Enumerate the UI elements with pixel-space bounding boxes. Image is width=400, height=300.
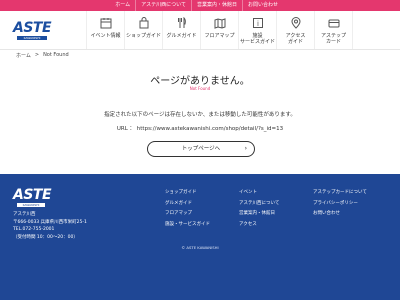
footer-link[interactable]: アステ川西について [239, 199, 279, 210]
not-found-message: 指定された以下のページは存在しないか、または移動した可能性があります。 [104, 112, 296, 118]
nav-floormap[interactable]: フロアマップ [200, 11, 238, 49]
top-utility-bar: ホーム アステ川西について 営業案内・休館日 お問い合わせ [0, 0, 400, 11]
chevron-right-icon: › [244, 145, 247, 152]
breadcrumb-home[interactable]: ホーム [16, 52, 31, 59]
footer-link[interactable]: 施設・サービスガイド [165, 220, 210, 231]
nav-access-label: アクセス ガイド [285, 33, 306, 45]
footer-logo[interactable]: ASTE KAWANISHI [13, 187, 52, 207]
site-logo[interactable]: ASTE KAWANISHI [13, 21, 57, 43]
footer-link[interactable]: プライバシーポリシー [313, 199, 367, 210]
footer-link[interactable]: お問い合わせ [313, 209, 367, 220]
footer-link[interactable]: ショップガイド [165, 188, 210, 199]
dining-icon [177, 17, 186, 28]
site-header: ASTE KAWANISHI イベント情報 ショップガイド グルメガイド フロア… [0, 11, 400, 50]
footer-contact-info: アステ川西 〒666-0033 兵庫県川西市栄町25-1 TEL.072-755… [13, 211, 87, 241]
footer-logo-sub: KAWANISHI [17, 203, 45, 207]
url-label: URL ： [116, 126, 136, 132]
footer-link[interactable]: フロアマップ [165, 209, 210, 220]
shop-icon [139, 17, 148, 29]
footer-logo-text: ASTE [13, 187, 52, 203]
footer-links-col1: ショップガイド グルメガイド フロアマップ 施設・サービスガイド [165, 188, 210, 230]
footer-link[interactable]: グルメガイド [165, 199, 210, 210]
nav-gourmet-label: グルメガイド [166, 33, 197, 39]
page-subtitle: Not Found [189, 86, 211, 91]
footer-link[interactable]: アステップカードについて [313, 188, 367, 199]
top-link-hours[interactable]: 営業案内・休館日 [190, 0, 242, 11]
map-icon [214, 18, 225, 29]
top-link-about[interactable]: アステ川西について [135, 0, 191, 11]
nav-service[interactable]: i 施設 サービスガイド [238, 11, 276, 49]
requested-url: https://www.astekawanishi.com/shop/detai… [136, 126, 284, 132]
nav-event-label: イベント情報 [90, 33, 121, 39]
breadcrumb-separator: > [34, 52, 40, 58]
calendar-icon [100, 18, 111, 29]
nav-gourmet[interactable]: グルメガイド [162, 11, 200, 49]
copyright: © ASTE KAWANISHI [181, 245, 219, 250]
nav-floormap-label: フロアマップ [204, 33, 235, 39]
footer-tel: TEL.072-755-2001 [13, 227, 55, 232]
footer-hours: （受付時間 10：00～20：00） [13, 234, 78, 240]
nav-service-label: 施設 サービスガイド [239, 33, 275, 45]
site-footer: ASTE KAWANISHI アステ川西 〒666-0033 兵庫県川西市栄町2… [0, 174, 400, 300]
nav-card-label: アステップ カード [320, 33, 346, 45]
nav-shop-label: ショップガイド [125, 33, 161, 39]
top-utility-links: ホーム アステ川西について 営業案内・休館日 お問い合わせ [110, 0, 283, 11]
footer-link[interactable]: アクセス [239, 220, 279, 231]
footer-link[interactable]: イベント [239, 188, 279, 199]
logo-text: ASTE [13, 20, 52, 36]
info-icon: i [252, 18, 263, 28]
nav-shop[interactable]: ショップガイド [124, 11, 162, 49]
footer-link[interactable]: 営業案内・休館日 [239, 209, 279, 220]
top-page-button-label: トップページへ [181, 146, 221, 152]
page-title: ページがありません。 [150, 76, 250, 87]
requested-url-line: URL ： https://www.astekawanishi.com/shop… [0, 124, 400, 132]
main-nav: イベント情報 ショップガイド グルメガイド フロアマップ i 施設 サービスガイ… [86, 11, 353, 49]
footer-name: アステ川西 [13, 212, 36, 217]
nav-access[interactable]: アクセス ガイド [276, 11, 314, 49]
svg-text:i: i [257, 20, 259, 28]
location-pin-icon [290, 17, 301, 29]
top-page-button[interactable]: トップページへ › [147, 141, 255, 157]
nav-card[interactable]: アステップ カード [314, 11, 353, 49]
footer-links-col3: アステップカードについて プライバシーポリシー お問い合わせ [313, 188, 367, 220]
top-link-contact[interactable]: お問い合わせ [241, 0, 283, 11]
footer-links-col2: イベント アステ川西について 営業案内・休館日 アクセス [239, 188, 279, 230]
breadcrumb: ホーム > Not Found [16, 52, 69, 59]
footer-address: 〒666-0033 兵庫県川西市栄町25-1 [13, 219, 87, 225]
nav-event[interactable]: イベント情報 [86, 11, 124, 49]
logo-sub: KAWANISHI [17, 36, 47, 40]
breadcrumb-current: Not Found [43, 52, 69, 58]
card-icon [328, 19, 339, 28]
top-link-home[interactable]: ホーム [110, 0, 135, 11]
